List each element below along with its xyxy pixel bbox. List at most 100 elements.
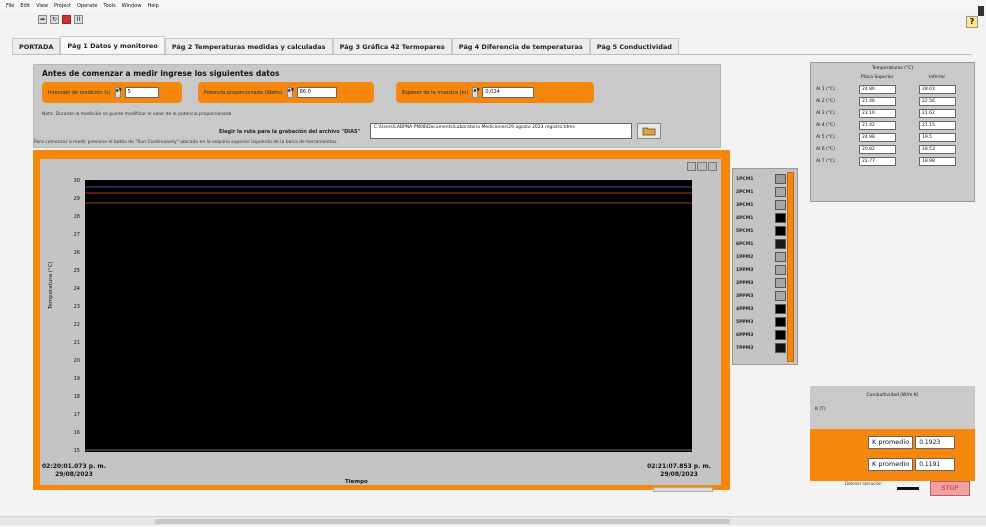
thickness-stepper[interactable]: ▲▼ [472,87,480,98]
tab-datos-monitoreo[interactable]: Pág 1 Datos y monitoreo [60,36,165,54]
file-path-input[interactable]: C:\Users\LABPNA-PN08\Documents\Laborator… [370,123,632,139]
plot-area[interactable] [85,180,692,452]
pause-icon[interactable]: II [74,14,83,24]
setup-panel: Antes de comenzar a medir ingrese los si… [33,64,721,148]
table-row: Al 6 (°C) 20.82 18.53 [816,145,966,155]
legend-swatch [775,200,786,210]
interval-input[interactable]: 5 [124,87,159,98]
interval-stepper[interactable]: ▲▼ [114,87,122,98]
legend-item[interactable]: 5PCM1 [736,225,786,237]
x-start-time: 02:20:01.073 p. m. [42,463,106,470]
menu-view[interactable]: View [36,3,48,9]
y-tick: 20 [73,358,80,364]
col-header: Inferior [929,75,946,80]
thickness-control: Espesor de la muestra (m) ▲▼ 0.024 [396,82,594,103]
y-tick: 22 [73,322,80,328]
tab-diferencia-temperaturas[interactable]: Pág 4 Diferencia de temperaturas [451,38,590,54]
arrow-icon [897,487,919,490]
table-row: Al 4 (°C) 21.42 21.15 [816,121,966,131]
menu-project[interactable]: Project [54,3,71,9]
legend-item[interactable]: 2PCM1 [736,186,786,198]
pan-tool-icon[interactable] [707,162,717,171]
k-average-value: 0.1191 [915,458,956,471]
legend-item[interactable]: 2PPM3 [736,277,786,289]
table-row: Al 5 (°C) 24.98 19.5 [816,133,966,143]
legend-swatch [775,304,786,314]
y-tick: 27 [73,232,80,238]
temperature-table-title: Temperaturas (°C) [871,66,914,71]
legend-item[interactable]: 7PPM3 [736,342,786,354]
y-tick: 23 [73,304,80,310]
menu-file[interactable]: File [6,3,14,9]
legend-item[interactable]: 6PCM1 [736,238,786,250]
graph-palette [687,162,717,171]
legend-swatch [775,278,786,288]
thickness-input[interactable]: 0.024 [482,87,535,98]
cursor-tool-icon[interactable] [687,162,697,171]
legend-scrollbar[interactable] [787,172,794,362]
menu-edit[interactable]: Edit [20,3,30,9]
plot-traces [85,186,692,451]
y-tick: 18 [73,394,80,400]
x-start-date: 29/08/2023 [55,471,93,478]
menu-bar: File Edit View Project Operate Tools Win… [0,0,986,12]
temperature-table: Temperaturas (°C) Placa Superior Inferio… [810,62,975,202]
legend-item[interactable]: 1PPM3 [736,264,786,276]
horizontal-scrollbar[interactable] [0,516,986,525]
run-icon[interactable]: ➡ [38,14,47,24]
browse-folder-button[interactable] [637,123,661,139]
legend-item[interactable]: 1PCM1 [736,173,786,185]
conductivity-sublabel: K (T) [815,407,826,412]
legend-item[interactable]: 1PPM2 [736,251,786,263]
tab-temperaturas[interactable]: Pág 2 Temperaturas medidas y calculadas [164,38,333,54]
scrollbar-thumb[interactable] [155,519,730,524]
x-axis-start: 02:20:01.073 p. m. 29/08/2023 [42,463,106,479]
stop-button[interactable]: STOP [930,481,970,496]
graph-scrollbar[interactable] [653,487,713,492]
k-average-label: K promedio [868,458,914,471]
run-continuously-icon[interactable]: ↻ [50,14,59,24]
legend-swatch [775,226,786,236]
tab-grafica-termopares[interactable]: Pág 3 Gráfica 42 Termopares [332,38,452,54]
conductivity-results: K promedio 0.1923 K promedio 0.1191 [810,429,975,481]
table-row: Al 3 (°C) 23.16 21.62 [816,109,966,119]
y-tick: 21 [73,340,80,346]
legend-swatch [775,252,786,262]
tab-portada[interactable]: PORTADA [12,38,61,54]
legend-item[interactable]: 3PCM1 [736,199,786,211]
y-tick: 16 [73,430,80,436]
tab-conductividad[interactable]: Pág 5 Conductividad [589,38,679,54]
y-tick: 25 [73,268,80,274]
menu-help[interactable]: Help [147,3,158,9]
help-icon[interactable]: ? [966,16,978,28]
y-tick: 29 [73,196,80,202]
legend-item[interactable]: 3PPM3 [736,290,786,302]
power-input[interactable]: 86.0 [296,87,337,98]
menu-tools[interactable]: Tools [103,3,115,9]
power-stepper[interactable]: ▲▼ [286,87,294,98]
temperature-graph: Temperatura (°C) 30 29 28 27 26 25 24 23… [40,159,721,485]
abort-icon[interactable] [62,14,71,24]
table-row: Al 2 (°C) 21.46 22.56 [816,97,966,107]
plot-legend: 1PCM1 2PCM1 3PCM1 4PCM1 5PCM1 6PCM1 1PPM… [732,168,798,365]
zoom-tool-icon[interactable] [697,162,707,171]
stop-label: Detener ejecución [845,481,882,486]
note-text: Nota: Durante la medición se puede modif… [42,112,233,117]
menu-window[interactable]: Window [122,3,142,9]
conductivity-title: Conductividad (W/m K) [866,393,919,398]
y-tick: 24 [73,286,80,292]
x-end-time: 02:21:07.853 p. m. [647,463,711,470]
legend-item[interactable]: 4PPM3 [736,303,786,315]
legend-swatch [775,265,786,275]
table-row: Al 7 (°C) 22.77 18.98 [816,157,966,167]
tab-divider [12,54,972,55]
instructions-text: Para comenzar a medir presione el botón … [34,140,338,145]
legend-item[interactable]: 6PPM3 [736,329,786,341]
y-tick: 28 [73,214,80,220]
y-tick: 26 [73,250,80,256]
menu-operate[interactable]: Operate [77,3,97,9]
legend-swatch [775,291,786,301]
y-tick: 30 [73,178,80,184]
legend-item[interactable]: 5PPM3 [736,316,786,328]
legend-item[interactable]: 4PCM1 [736,212,786,224]
